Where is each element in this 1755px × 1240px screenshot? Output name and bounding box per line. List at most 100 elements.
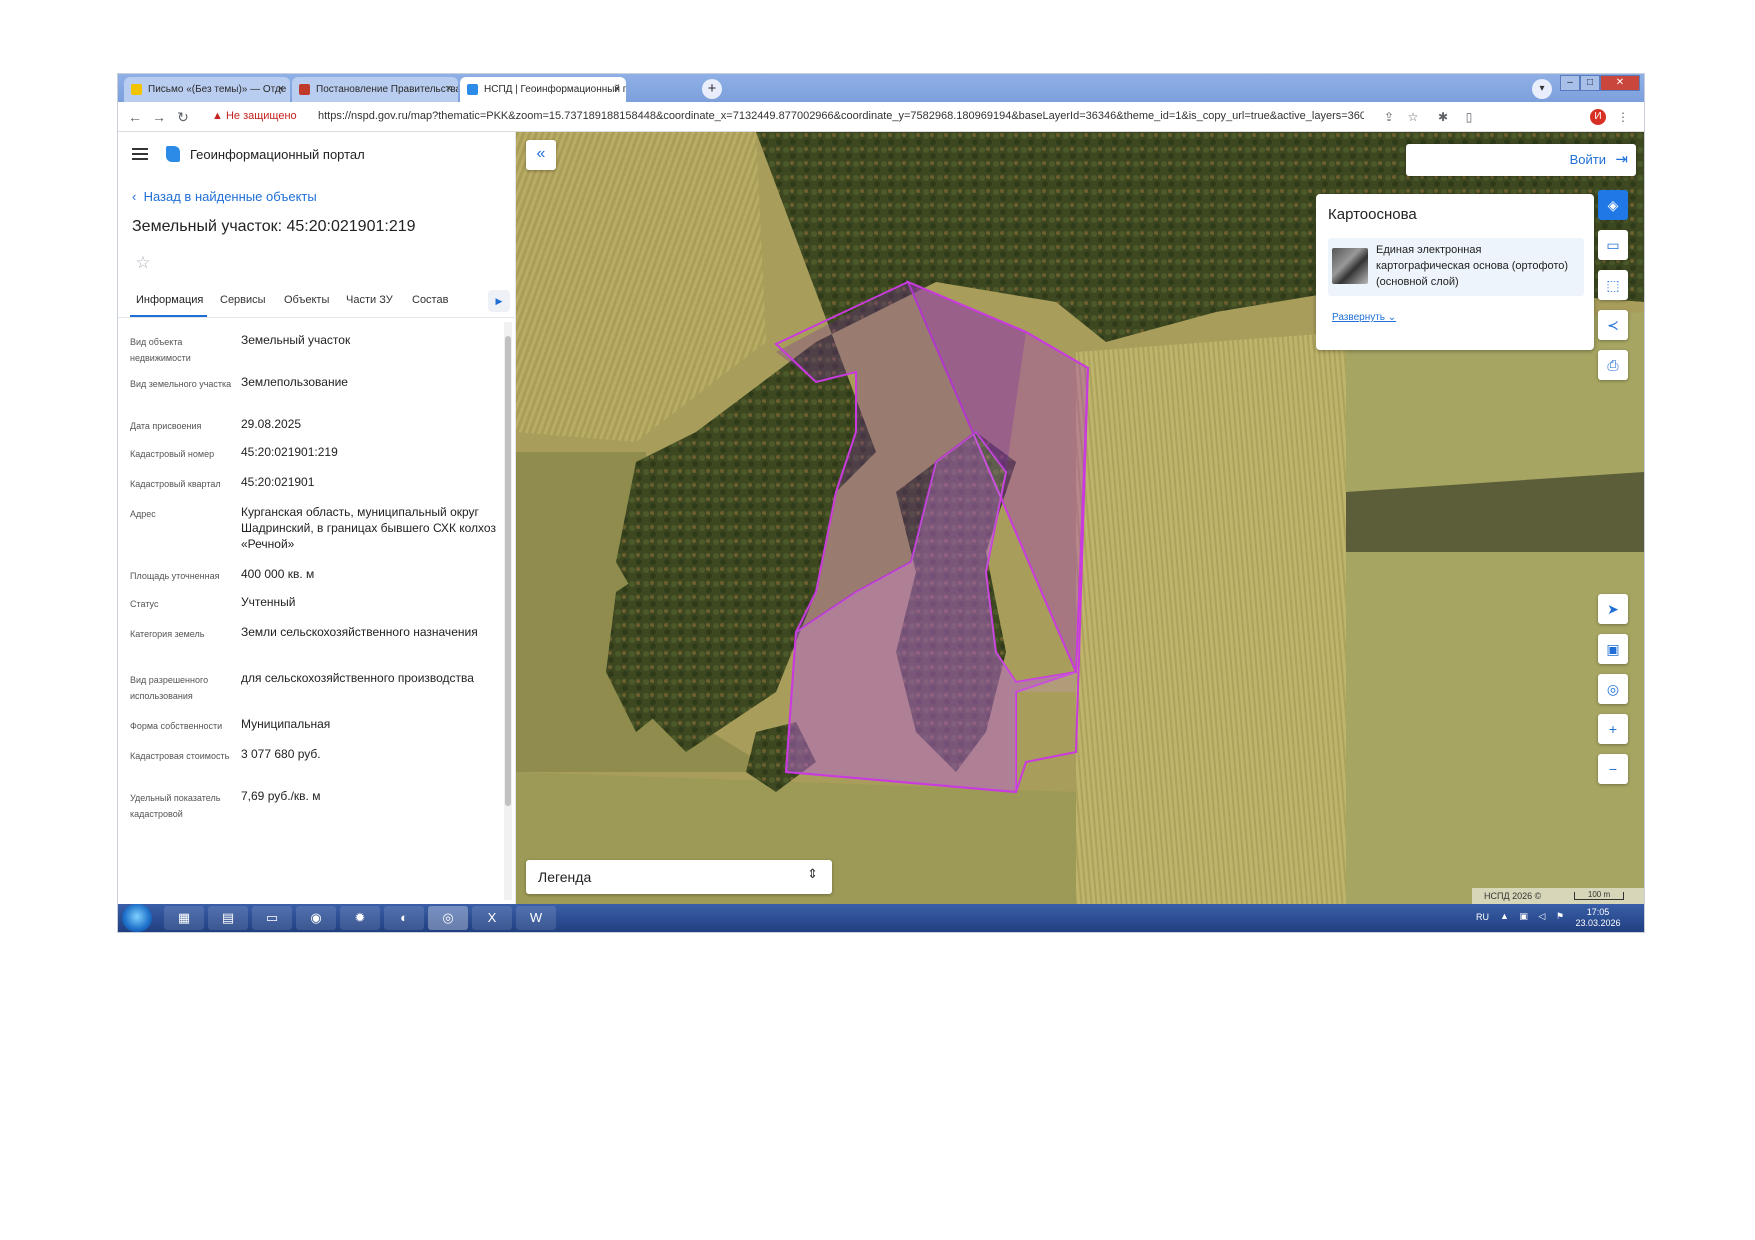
profile-avatar[interactable]: И [1590,109,1606,125]
chevron-left-icon: ‹ [132,189,144,204]
property-value: 3 077 680 руб. [241,747,321,761]
zoom-in-icon[interactable]: + [1598,714,1628,744]
taskbar-app-excel-icon[interactable]: X [472,906,512,930]
portal-title: Геоинформационный портал [190,147,365,162]
tab-search-icon[interactable]: ▾ [1532,79,1552,99]
login-arrow-icon: ⇥ [1615,151,1628,168]
nspd-favicon-icon [467,84,478,95]
share-page-icon[interactable]: ⇪ [1380,108,1398,126]
url-input[interactable]: https://nspd.gov.ru/map?thematic=PKK&zoo… [318,110,1364,122]
search-location-icon[interactable]: ◎ [1598,674,1628,704]
property-label: Статус [130,599,159,609]
browser-menu-icon[interactable]: ⋮ [1614,108,1632,126]
taskbar-app-client-icon[interactable]: ◐ [384,906,424,930]
clock-date: 23.03.2026 [1575,918,1621,928]
tabs-scroll-right-icon[interactable]: ▶ [488,290,510,312]
close-tab-icon[interactable]: × [278,77,284,102]
taskbar-app-chrome-icon[interactable]: ◎ [428,906,468,930]
property-label: Вид разрешенного использования [130,675,209,701]
address-bar: ← → ↻ ▲ Не защищено https://nspd.gov.ru/… [118,102,1644,132]
basemap-thumbnail [1332,248,1368,284]
hamburger-menu-icon[interactable] [132,148,148,160]
property-value: Муниципальная [241,717,331,731]
property-value: 45:20:021901 [241,475,315,489]
tab-parts[interactable]: Части ЗУ [346,294,393,306]
login-label: Войти [1569,152,1606,167]
legend-title: Легенда [538,869,592,885]
browser-tab-nspd[interactable]: НСПД | Геоинформационный п × [460,77,626,102]
properties-scrollbar[interactable] [504,322,512,900]
window-maximize-button[interactable]: □ [1580,75,1600,91]
window-close-button[interactable]: ✕ [1600,75,1640,91]
system-clock[interactable]: 17:05 23.03.2026 [1568,907,1628,929]
ruler-icon[interactable]: ▭ [1598,230,1628,260]
minimap-icon[interactable]: ▣ [1598,634,1628,664]
language-indicator[interactable]: RU [1476,912,1489,922]
active-tab-indicator [130,315,207,317]
portal-logo-icon [166,146,180,162]
screen: Письмо «(Без темы)» — Отде × Постановлен… [118,74,1644,932]
layers-icon[interactable]: ◈ [1598,190,1628,220]
geolocation-icon[interactable]: ➤ [1598,594,1628,624]
property-value: 400 000 кв. м [241,567,315,581]
tab-services[interactable]: Сервисы [220,294,266,306]
close-tab-icon[interactable]: × [614,77,620,102]
map-scale-bar: 100 m [1574,891,1624,900]
basemap-panel: Картооснова Единая электронная картограф… [1316,194,1594,350]
taskbar-app-folder-icon[interactable]: ▭ [252,906,292,930]
tab-information[interactable]: Информация [136,294,203,306]
mail-favicon-icon [131,84,142,95]
reload-icon[interactable]: ↻ [174,108,192,126]
basemap-layer-item[interactable]: Единая электронная картографическая осно… [1328,238,1584,296]
login-button[interactable]: Войти ⇥ [1406,144,1636,176]
tab-composition[interactable]: Состав [412,294,448,306]
forward-arrow-icon[interactable]: → [150,108,168,126]
taskbar-app-calc-icon[interactable]: ▦ [164,906,204,930]
legend-panel[interactable]: Легенда ⇕ [526,860,832,894]
new-tab-button[interactable]: + [702,79,722,99]
expand-basemaps-link[interactable]: Развернуть ⌄ [1332,312,1396,323]
favorite-star-icon[interactable]: ☆ [130,250,156,276]
property-label: Кадастровый квартал [130,479,221,489]
property-label: Кадастровый номер [130,449,215,459]
tab-title: НСПД | Геоинформационный п [484,84,626,95]
taskbar-app-notes-icon[interactable]: ▤ [208,906,248,930]
object-title: Земельный участок: 45:20:021901:219 [132,218,416,235]
scrollbar-thumb[interactable] [505,336,511,806]
not-secure-warning[interactable]: ▲ Не защищено [212,110,297,122]
back-to-results-link[interactable]: ‹ Назад в найденные объекты [132,189,317,204]
legend-toggle-icon[interactable]: ⇕ [807,866,818,882]
taskbar-app-word-icon[interactable]: W [516,906,556,930]
warning-icon: ▲ [212,110,226,122]
side-panel-icon[interactable]: ▯ [1460,108,1478,126]
window-minimize-button[interactable]: – [1560,75,1580,91]
property-label: Удельный показатель кадастровой [130,793,221,819]
bookmark-star-icon[interactable]: ☆ [1404,108,1422,126]
close-tab-icon[interactable]: × [446,77,452,102]
property-label: Дата присвоения [130,421,202,431]
system-tray-icons[interactable]: ▲ ▣ ◁ ⚑ [1500,911,1568,922]
browser-tab-decree[interactable]: Постановление Правительства × [292,77,458,102]
property-label: Вид земельного участка [130,379,232,389]
property-label: Вид объекта недвижимости [130,337,191,363]
property-value: Земельный участок [241,333,351,347]
print-icon[interactable]: ⎙ [1598,350,1628,380]
start-button[interactable] [122,904,152,932]
security-warning-text: Не защищено [225,110,297,122]
field-east [1076,332,1346,904]
property-label: Категория земель [130,629,205,639]
taskbar-app-mail-icon[interactable]: ✹ [340,906,380,930]
zoom-out-icon[interactable]: − [1598,754,1628,784]
extensions-puzzle-icon[interactable]: ✱ [1434,108,1452,126]
collapse-panel-button[interactable]: « [526,140,556,170]
tab-objects[interactable]: Объекты [284,294,329,306]
clock-time: 17:05 [1586,907,1610,917]
browser-tab-mail[interactable]: Письмо «(Без темы)» — Отде × [124,77,290,102]
select-area-icon[interactable]: ⬚ [1598,270,1628,300]
taskbar-app-security-icon[interactable]: ◉ [296,906,336,930]
map-view[interactable]: « Войти ⇥ Картооснова Единая электронная… [516,132,1644,904]
back-arrow-icon[interactable]: ← [126,108,144,126]
share-icon[interactable]: ≺ [1598,310,1628,340]
windows-taskbar: ▦ ▤ ▭ ◉ ✹ ◐ ◎ X W RU ▲ ▣ ◁ ⚑ 17:05 23.03… [118,904,1644,932]
property-value: Земли сельскохозяйственного назначения [241,625,478,639]
